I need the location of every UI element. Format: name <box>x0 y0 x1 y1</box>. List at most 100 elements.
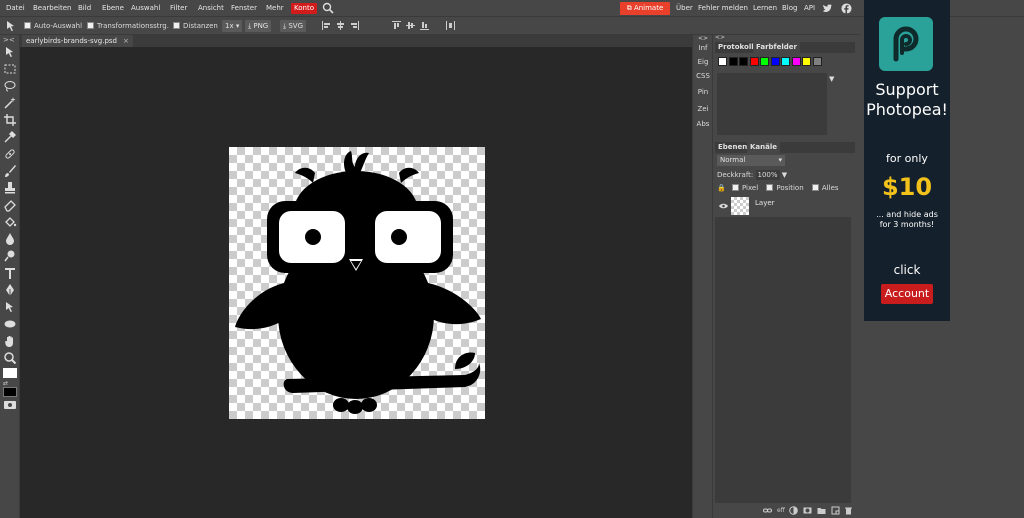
pen-tool[interactable] <box>3 283 17 297</box>
mini-panel-brush[interactable]: Pin <box>693 88 713 96</box>
type-tool[interactable] <box>3 266 17 280</box>
eye-icon[interactable] <box>719 203 728 209</box>
link-blog[interactable]: Blog <box>782 3 797 14</box>
color-swatch[interactable] <box>812 57 822 66</box>
ad-account-button[interactable]: Account <box>881 284 933 304</box>
auto-select-checkbox[interactable] <box>24 22 31 29</box>
align-center-icon[interactable] <box>335 20 346 31</box>
ad-panel[interactable]: Support Photopea! for only $10 ... and h… <box>864 0 950 321</box>
mini-panel-info[interactable]: Inf <box>693 44 713 52</box>
color-swatch[interactable] <box>739 57 748 66</box>
transform-controls-option[interactable]: Transformationsstrg. <box>87 21 169 31</box>
crop-tool[interactable] <box>3 113 17 127</box>
dodge-tool[interactable] <box>3 249 17 263</box>
align-middle-icon[interactable] <box>405 20 416 31</box>
zoom-tool[interactable] <box>3 351 17 365</box>
move-tool[interactable] <box>3 45 17 59</box>
tab-layers[interactable]: Ebenen <box>715 142 750 153</box>
color-swatch[interactable] <box>718 57 727 66</box>
menu-window[interactable]: Fenster <box>229 3 259 14</box>
lock-position-checkbox[interactable] <box>766 184 774 191</box>
mini-panel-properties[interactable]: Eig <box>693 58 713 66</box>
document-tab[interactable]: earlybirds-brands-svg.psd × <box>22 35 133 47</box>
mini-panel-collapse-icon[interactable]: <> <box>693 35 713 42</box>
align-right-icon[interactable] <box>349 20 360 31</box>
align-left-icon[interactable] <box>321 20 332 31</box>
distances-checkbox[interactable] <box>173 22 180 29</box>
color-swatch[interactable] <box>770 57 780 66</box>
align-bottom-icon[interactable] <box>419 20 430 31</box>
link-report-bug[interactable]: Fehler melden <box>698 3 748 14</box>
tab-channels[interactable]: Kanäle <box>747 142 781 153</box>
auto-select-option[interactable]: Auto-Auswahl <box>24 21 82 31</box>
animate-button[interactable]: ⧉ Animate <box>620 2 670 15</box>
adjustment-icon[interactable] <box>789 506 798 515</box>
eraser-tool[interactable] <box>3 198 17 212</box>
menu-account[interactable]: Konto <box>291 3 317 14</box>
close-tab-icon[interactable]: × <box>123 37 129 45</box>
hand-tool[interactable] <box>3 334 17 348</box>
opacity-input[interactable]: 100% <box>755 170 780 180</box>
export-svg-button[interactable]: ⤓ SVG <box>280 20 306 32</box>
blend-mode-select[interactable]: Normal ▾ <box>717 155 785 166</box>
distances-option[interactable]: Distanzen <box>173 21 218 31</box>
menu-select[interactable]: Auswahl <box>129 3 162 14</box>
distribute-icon[interactable] <box>445 20 456 31</box>
link-about[interactable]: Über <box>676 3 693 14</box>
scale-select[interactable]: 1x ▾ <box>222 20 243 32</box>
toolbar-collapse-icon[interactable]: >< <box>3 37 17 44</box>
layer-row[interactable]: Layer <box>715 195 851 217</box>
twitter-icon[interactable] <box>822 3 833 14</box>
blur-tool[interactable] <box>3 232 17 246</box>
menu-image[interactable]: Bild <box>76 3 93 14</box>
canvas-area[interactable] <box>20 47 692 518</box>
mini-panel-css[interactable]: CSS <box>693 72 713 80</box>
color-swatch[interactable] <box>781 57 790 66</box>
history-list[interactable] <box>717 73 827 135</box>
menu-layer[interactable]: Ebene <box>100 3 126 14</box>
link-layers-icon[interactable] <box>763 506 772 515</box>
history-scroll[interactable]: ▼ <box>827 73 839 135</box>
mini-panel-paragraph[interactable]: Abs <box>693 120 713 128</box>
marquee-tool[interactable] <box>3 62 17 76</box>
menu-filter[interactable]: Filter <box>168 3 189 14</box>
mask-icon[interactable] <box>803 506 812 515</box>
healing-tool[interactable] <box>3 147 17 161</box>
stamp-tool[interactable] <box>3 181 17 195</box>
tab-history[interactable]: Protokoll <box>715 42 757 53</box>
magic-wand-tool[interactable] <box>3 96 17 110</box>
facebook-icon[interactable] <box>841 3 852 14</box>
background-color[interactable] <box>3 387 17 397</box>
link-learn[interactable]: Lernen <box>753 3 777 14</box>
color-swatch[interactable] <box>728 57 738 66</box>
tab-swatches[interactable]: Farbfelder <box>753 42 800 53</box>
brush-tool[interactable] <box>3 164 17 178</box>
fill-tool[interactable] <box>3 215 17 229</box>
lock-pixel-checkbox[interactable] <box>731 184 739 191</box>
menu-view[interactable]: Ansicht <box>196 3 226 14</box>
menu-edit[interactable]: Bearbeiten <box>31 3 73 14</box>
align-top-icon[interactable] <box>391 20 402 31</box>
transform-checkbox[interactable] <box>87 22 94 29</box>
mini-panel-character[interactable]: Zei <box>693 105 713 113</box>
color-swatch[interactable] <box>760 57 769 66</box>
color-swatch[interactable] <box>802 57 811 66</box>
menu-more[interactable]: Mehr <box>264 3 286 14</box>
opacity-dropdown-icon[interactable]: ▼ <box>782 171 787 179</box>
eyedropper-tool[interactable] <box>3 130 17 144</box>
menu-file[interactable]: Datei <box>4 3 27 14</box>
lasso-tool[interactable] <box>3 79 17 93</box>
document-canvas[interactable] <box>229 147 485 419</box>
panel-collapse-icon[interactable]: <> <box>713 35 857 41</box>
color-swatch[interactable] <box>791 57 801 66</box>
trash-icon[interactable] <box>844 506 853 515</box>
link-api[interactable]: API <box>804 3 815 14</box>
effects-icon[interactable]: eff <box>777 507 785 514</box>
path-select-tool[interactable] <box>3 300 17 314</box>
folder-icon[interactable] <box>817 506 826 515</box>
foreground-color[interactable] <box>3 368 17 378</box>
search-icon[interactable] <box>322 2 334 14</box>
quick-mask-icon[interactable] <box>4 401 16 409</box>
shape-tool[interactable] <box>3 317 17 331</box>
export-png-button[interactable]: ⤓ PNG <box>245 20 272 32</box>
